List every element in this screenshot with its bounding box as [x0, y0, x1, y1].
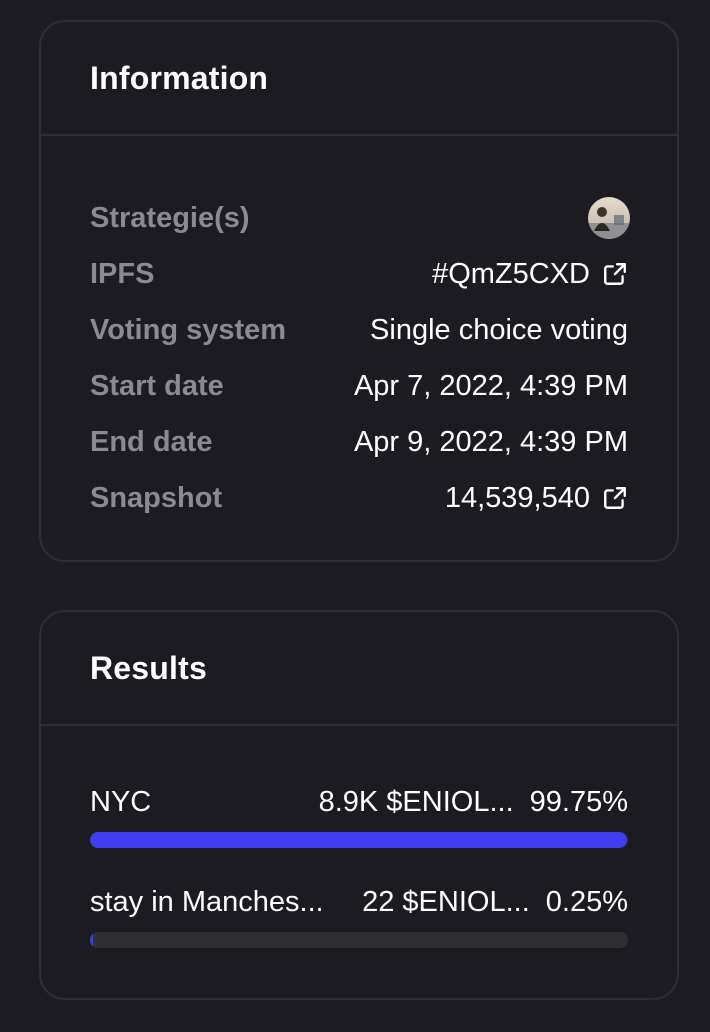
voting-system-value: Single choice voting: [370, 313, 628, 346]
ipfs-label: IPFS: [90, 257, 155, 290]
start-date-label: Start date: [90, 369, 224, 402]
result-row: NYC 8.9K $ENIOL... 99.75%: [90, 782, 628, 822]
info-row-voting-system: Voting system Single choice voting: [90, 302, 628, 358]
snapshot-link[interactable]: 14,539,540: [445, 482, 628, 515]
end-date-value: Apr 9, 2022, 4:39 PM: [353, 425, 628, 458]
result-name: stay in Manches...: [90, 885, 324, 918]
start-date-value: Apr 7, 2022, 4:39 PM: [353, 369, 628, 402]
snapshot-label: Snapshot: [90, 481, 223, 514]
result-percent: 0.25%: [545, 885, 628, 918]
external-link-icon[interactable]: [602, 485, 628, 511]
external-link-icon[interactable]: [602, 261, 628, 287]
strategies-label: Strategie(s): [90, 201, 250, 234]
result-row: stay in Manches... 22 $ENIOL... 0.25%: [90, 882, 628, 922]
results-card: Results NYC 8.9K $ENIOL... 99.75% stay i…: [39, 610, 679, 1000]
result-stats: 22 $ENIOL... 0.25%: [362, 886, 628, 919]
result-amount: 8.9K $ENIOL...: [318, 785, 514, 818]
result-item-manchester: stay in Manches... 22 $ENIOL... 0.25%: [90, 882, 628, 948]
info-row-snapshot: Snapshot 14,539,540: [90, 470, 628, 526]
info-row-start-date: Start date Apr 7, 2022, 4:39 PM: [90, 358, 628, 414]
results-title: Results: [90, 649, 207, 686]
info-row-strategies: Strategie(s): [90, 190, 630, 246]
result-progress-fill: [90, 832, 627, 848]
ipfs-value[interactable]: #QmZ5CXD: [432, 258, 590, 291]
information-header: Information: [41, 22, 677, 136]
info-row-end-date: End date Apr 9, 2022, 4:39 PM: [90, 414, 628, 470]
result-amount: 22 $ENIOL...: [362, 885, 530, 918]
result-stats: 8.9K $ENIOL... 99.75%: [319, 786, 628, 819]
result-progress-track: [90, 932, 628, 948]
end-date-label: End date: [90, 425, 213, 458]
result-progress-track: [90, 832, 628, 848]
result-progress-fill: [90, 932, 93, 948]
voting-system-label: Voting system: [90, 313, 287, 346]
ipfs-link[interactable]: #QmZ5CXD: [432, 258, 628, 291]
result-percent: 99.75%: [529, 785, 628, 818]
snapshot-value[interactable]: 14,539,540: [445, 482, 590, 515]
information-title: Information: [90, 59, 269, 96]
strategy-avatar-icon[interactable]: [588, 197, 630, 239]
result-item-nyc: NYC 8.9K $ENIOL... 99.75%: [90, 782, 628, 848]
result-name: NYC: [90, 785, 152, 818]
results-header: Results: [41, 612, 677, 726]
information-card: Information Strategie(s) IPFS #QmZ5CXD V…: [39, 20, 679, 562]
strategies-value[interactable]: [588, 197, 630, 239]
information-body: Strategie(s) IPFS #QmZ5CXD Voting system…: [41, 136, 677, 526]
info-row-ipfs: IPFS #QmZ5CXD: [90, 246, 628, 302]
results-body: NYC 8.9K $ENIOL... 99.75% stay in Manche…: [41, 726, 677, 948]
